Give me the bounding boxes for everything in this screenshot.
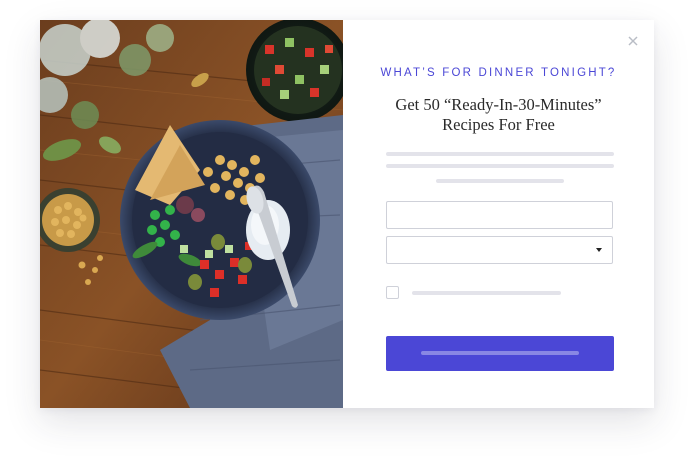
description-placeholder-line	[436, 179, 564, 183]
email-field[interactable]	[386, 201, 613, 229]
description-placeholder-line	[386, 152, 614, 156]
caret-down-icon	[596, 248, 602, 252]
submit-button[interactable]	[386, 336, 614, 371]
dropdown-select[interactable]	[386, 236, 613, 264]
popup-eyebrow: WHAT’S FOR DINNER TONIGHT?	[380, 67, 617, 79]
popup-headline: Get 50 “Ready-In-30-Minutes” Recipes For…	[395, 95, 602, 134]
description-placeholder-line	[386, 164, 614, 168]
close-icon	[628, 36, 638, 46]
optin-popup: WHAT’S FOR DINNER TONIGHT? Get 50 “Ready…	[40, 20, 654, 408]
form-panel: WHAT’S FOR DINNER TONIGHT? Get 50 “Ready…	[343, 20, 654, 408]
consent-label-placeholder	[412, 291, 561, 295]
consent-checkbox[interactable]	[386, 286, 399, 299]
close-button[interactable]	[624, 32, 642, 50]
dinner-bowl-photo	[40, 20, 343, 408]
submit-label-placeholder	[421, 351, 579, 355]
page-background: WHAT’S FOR DINNER TONIGHT? Get 50 “Ready…	[0, 0, 694, 468]
